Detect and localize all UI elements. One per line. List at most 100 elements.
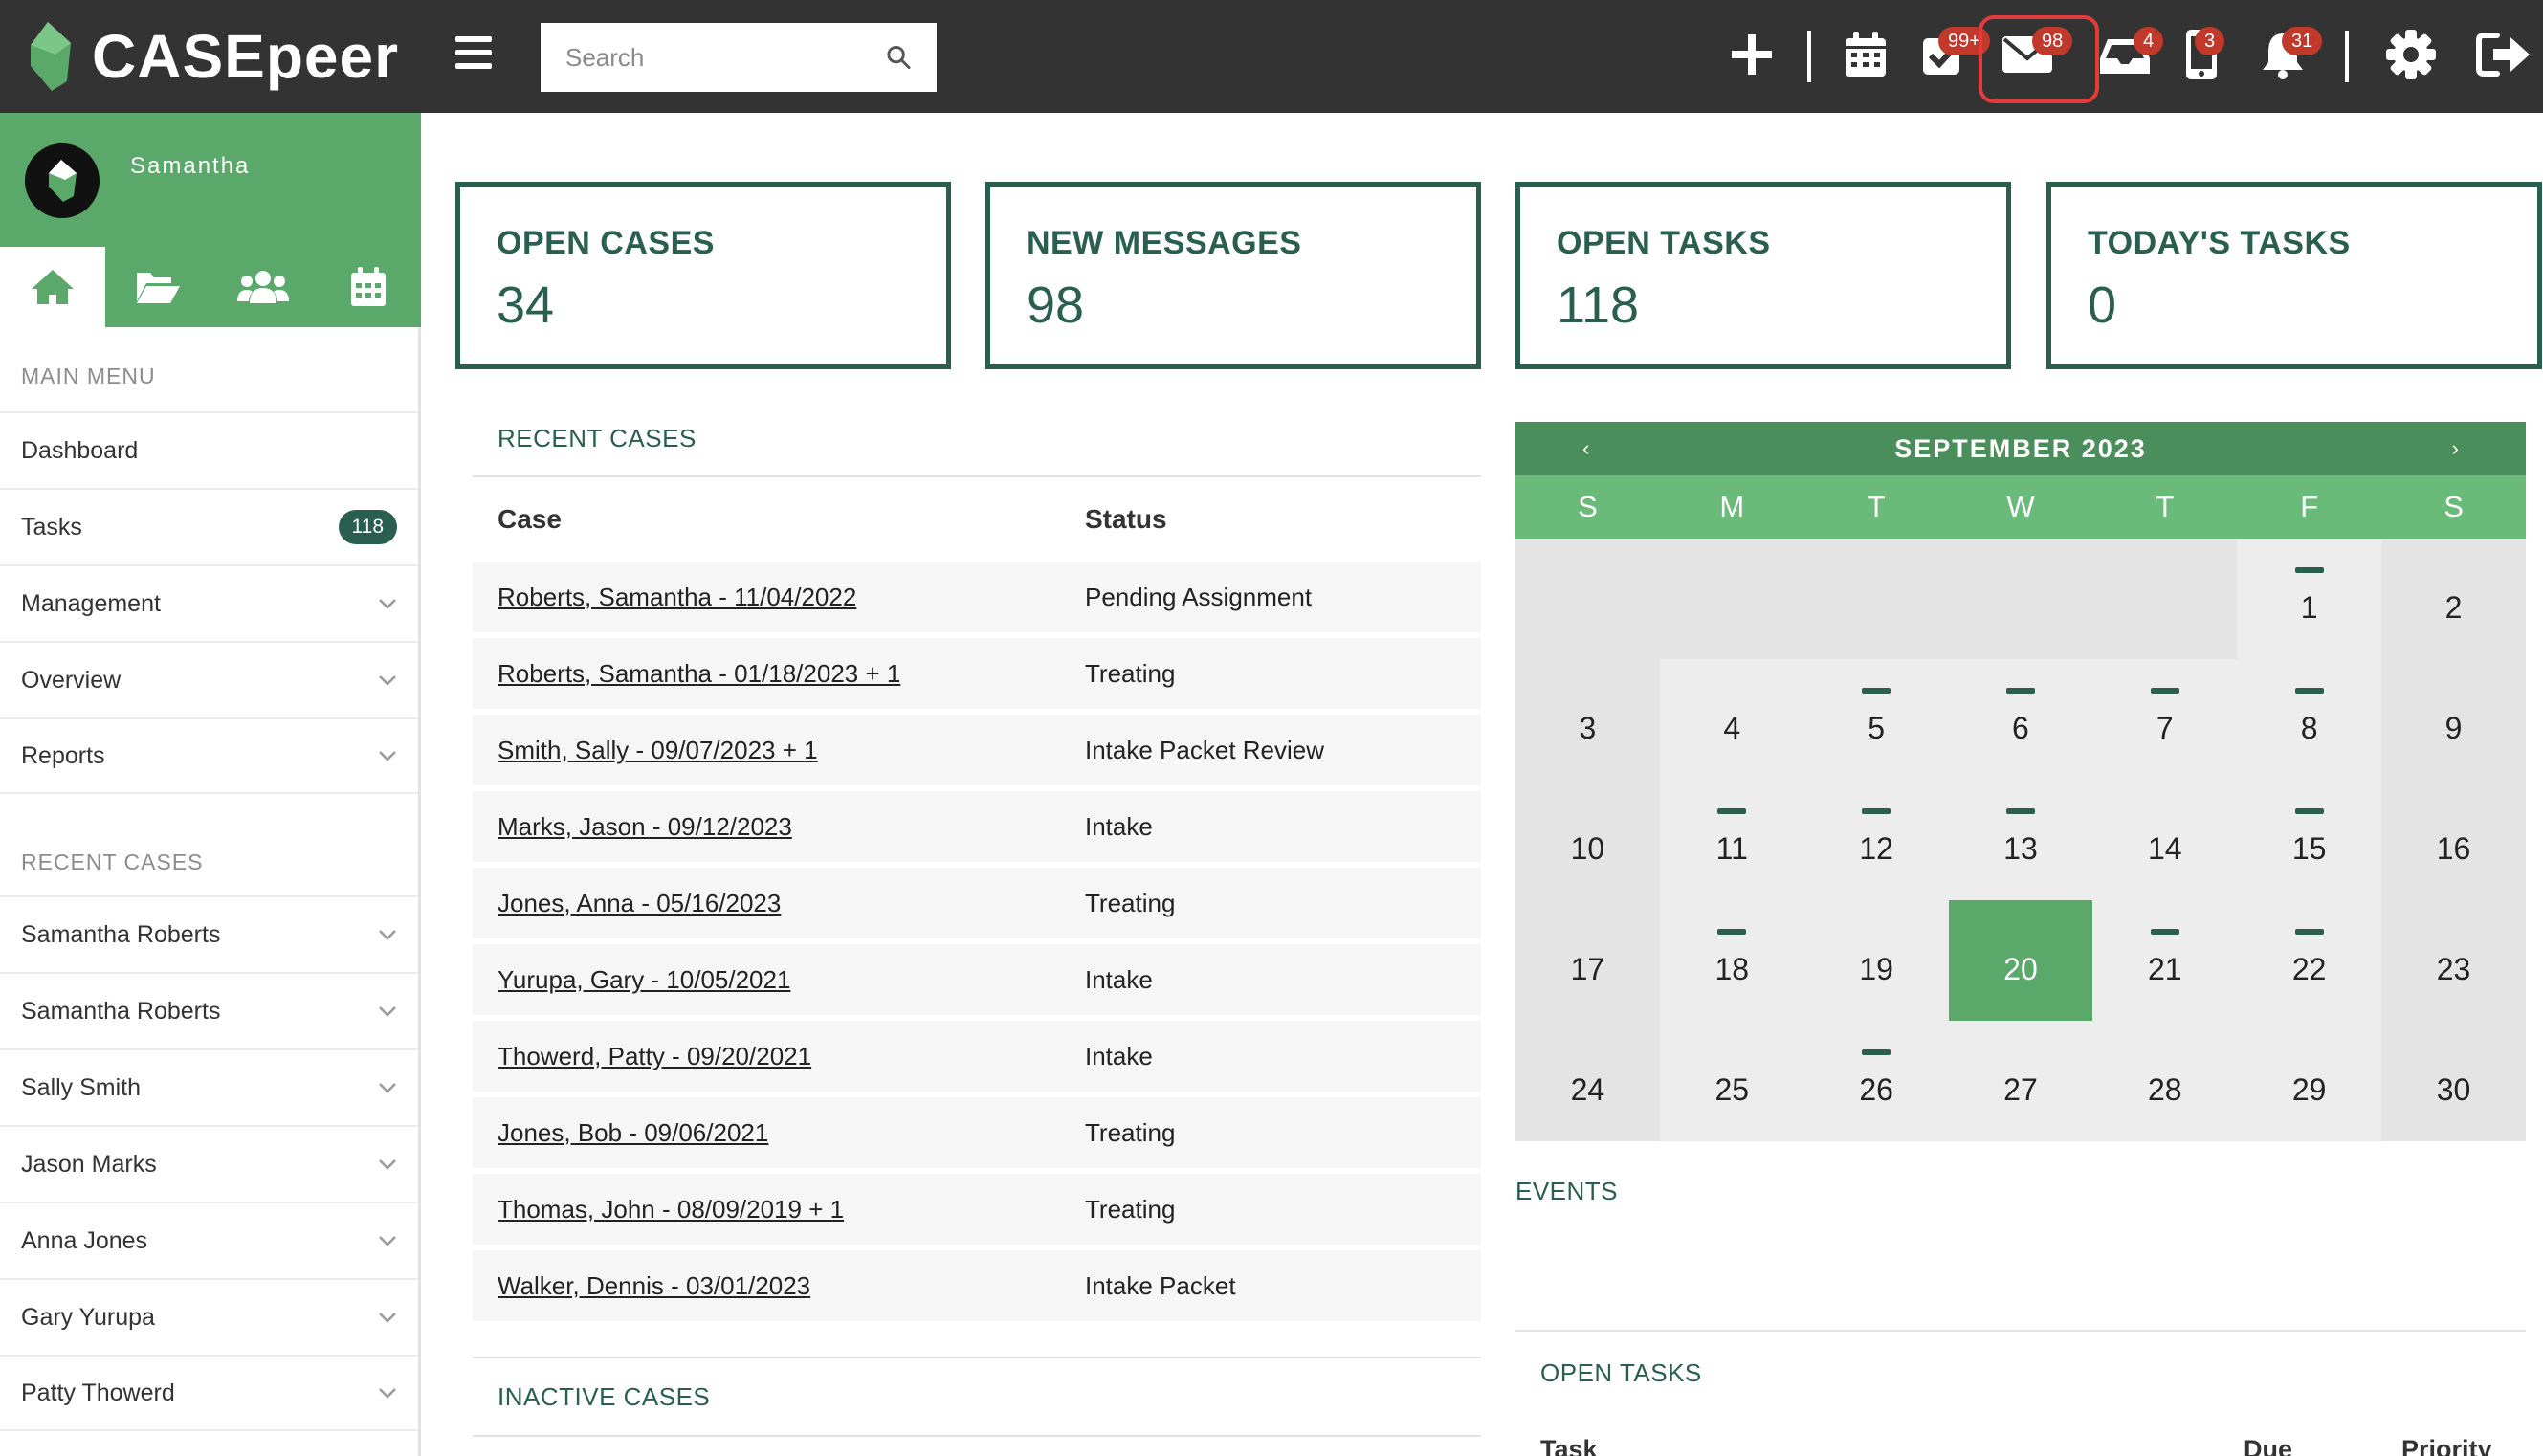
case-status: Treating (1085, 1117, 1176, 1147)
inactive-cases-title[interactable]: INACTIVE CASES (498, 1382, 710, 1412)
sidebar-recent-case[interactable]: Jason Marks (0, 1125, 418, 1202)
weekday-label: T (2156, 490, 2175, 523)
case-link[interactable]: Roberts, Samantha - 01/18/2023 + 1 (498, 659, 900, 688)
calendar-day[interactable]: 5 (1803, 659, 1949, 780)
calendar-day[interactable]: 2 (2381, 539, 2526, 659)
event-indicator (1717, 929, 1747, 935)
tab-cases[interactable] (105, 247, 210, 327)
messages-badge: 98 (2032, 27, 2073, 55)
search-input[interactable] (565, 42, 886, 73)
stat-label: OPEN TASKS (1557, 225, 1771, 261)
calendar-day[interactable]: 12 (1803, 780, 1949, 900)
calendar-day[interactable]: 13 (1948, 780, 2093, 900)
search-icon[interactable] (886, 44, 912, 71)
calendar-day[interactable]: 9 (2381, 659, 2526, 780)
event-indicator (1717, 808, 1747, 814)
case-link[interactable]: Jones, Anna - 05/16/2023 (498, 889, 781, 917)
case-link[interactable]: Roberts, Samantha - 11/04/2022 (498, 583, 856, 611)
folder-open-icon (137, 273, 180, 303)
weekday-label: S (2443, 490, 2464, 523)
case-link[interactable]: Yurupa, Gary - 10/05/2021 (498, 965, 790, 994)
table-row: Jones, Bob - 09/06/2021 Treating (473, 1097, 1481, 1168)
calendar-day[interactable]: 6 (1948, 659, 2093, 780)
stat-card-todays-tasks[interactable]: TODAY'S TASKS 0 (2046, 182, 2542, 369)
calendar-day[interactable]: 30 (2381, 1021, 2526, 1141)
sidebar-recent-case[interactable]: Samantha Roberts (0, 972, 418, 1048)
sidebar-recent-case[interactable]: Samantha Roberts (0, 895, 418, 972)
user-name: Samantha (130, 153, 251, 179)
chevron-down-icon (379, 1388, 396, 1399)
calendar-day[interactable]: 22 (2237, 900, 2382, 1021)
table-row: Yurupa, Gary - 10/05/2021 Intake (473, 944, 1481, 1015)
calendar-prev-button[interactable]: ‹ (1582, 436, 1589, 461)
sidebar-item-dashboard[interactable]: Dashboard (0, 411, 418, 488)
logout-icon[interactable] (2476, 27, 2532, 82)
calendar-day[interactable]: 27 (1948, 1021, 2093, 1141)
calendar-day[interactable]: 21 (2092, 900, 2238, 1021)
event-indicator (2294, 567, 2324, 573)
stat-label: OPEN CASES (497, 225, 715, 261)
sidebar-item-management[interactable]: Management (0, 564, 418, 641)
stat-card-open-tasks[interactable]: OPEN TASKS 118 (1515, 182, 2011, 369)
tab-contacts[interactable] (210, 247, 316, 327)
calendar-day[interactable]: 23 (2381, 900, 2526, 1021)
sidebar-recent-case[interactable]: Gary Yurupa (0, 1278, 418, 1355)
calendar-day[interactable]: 1 (2237, 539, 2382, 659)
chevron-down-icon (379, 1313, 396, 1323)
calendar-day-number: 19 (1859, 951, 1893, 986)
sidebar-item-reports[interactable]: Reports (0, 717, 418, 794)
calendar-day[interactable]: 7 (2092, 659, 2238, 780)
calendar-day[interactable]: 3 (1515, 659, 1660, 780)
case-link[interactable]: Walker, Dennis - 03/01/2023 (498, 1271, 810, 1300)
add-icon[interactable] (1724, 27, 1780, 82)
case-link[interactable]: Thowerd, Patty - 09/20/2021 (498, 1042, 811, 1070)
calendar-day[interactable]: 11 (1659, 780, 1804, 900)
case-link[interactable]: Smith, Sally - 09/07/2023 + 1 (498, 736, 818, 764)
event-indicator (2150, 929, 2179, 935)
weekday-label: S (1578, 490, 1598, 523)
sidebar-item-overview[interactable]: Overview (0, 641, 418, 717)
calendar-day[interactable]: 29 (2237, 1021, 2382, 1141)
stat-card-new-messages[interactable]: NEW MESSAGES 98 (985, 182, 1481, 369)
calendar-day-today[interactable]: 20 (1948, 900, 2093, 1021)
weekday-label: T (1867, 490, 1886, 523)
calendar-day[interactable]: 25 (1659, 1021, 1804, 1141)
case-link[interactable]: Jones, Bob - 09/06/2021 (498, 1118, 768, 1147)
calendar-day[interactable]: 4 (1659, 659, 1804, 780)
calendar-day[interactable]: 19 (1803, 900, 1949, 1021)
phone-badge: 3 (2195, 27, 2225, 55)
chevron-down-icon (379, 1236, 396, 1246)
calendar-day[interactable]: 16 (2381, 780, 2526, 900)
tab-calendar[interactable] (316, 247, 421, 327)
sidebar-recent-case[interactable]: Sally Smith (0, 1048, 418, 1125)
leaf-logo-icon (31, 22, 71, 91)
calendar-day-number: 24 (1570, 1071, 1605, 1107)
case-link[interactable]: Marks, Jason - 09/12/2023 (498, 812, 792, 841)
calendar-day[interactable]: 24 (1515, 1021, 1660, 1141)
calendar-day[interactable]: 8 (2237, 659, 2382, 780)
open-tasks-title: OPEN TASKS (1540, 1358, 1702, 1387)
calendar-icon[interactable] (1838, 27, 1893, 82)
calendar-day[interactable]: 17 (1515, 900, 1660, 1021)
sidebar-recent-case[interactable]: Anna Jones (0, 1202, 418, 1278)
calendar-day-number: 22 (2291, 951, 2327, 986)
calendar-next-button[interactable]: › (2452, 436, 2459, 461)
tab-home[interactable] (0, 247, 105, 327)
calendar-day[interactable]: 15 (2237, 780, 2382, 900)
calendar-day[interactable]: 18 (1659, 900, 1804, 1021)
sidebar-recent-case[interactable]: Patty Thowerd (0, 1355, 418, 1431)
logo[interactable]: CASEpeer (27, 17, 399, 96)
event-indicator (2150, 688, 2179, 694)
calendar-day[interactable]: 26 (1803, 1021, 1949, 1141)
avatar[interactable] (25, 143, 100, 218)
calendar-day[interactable]: 28 (2092, 1021, 2238, 1141)
stat-card-open-cases[interactable]: OPEN CASES 34 (455, 182, 951, 369)
hamburger-menu-icon[interactable] (455, 36, 492, 69)
sidebar-item-tasks[interactable]: Tasks 118 (0, 488, 418, 564)
calendar-day[interactable]: 10 (1515, 780, 1660, 900)
sidebar-item-label: Tasks (21, 513, 82, 540)
case-link[interactable]: Thomas, John - 08/09/2019 + 1 (498, 1195, 844, 1224)
gear-icon[interactable] (2383, 27, 2439, 82)
calendar-day[interactable]: 14 (2092, 780, 2238, 900)
table-row: Thowerd, Patty - 09/20/2021 Intake (473, 1021, 1481, 1092)
